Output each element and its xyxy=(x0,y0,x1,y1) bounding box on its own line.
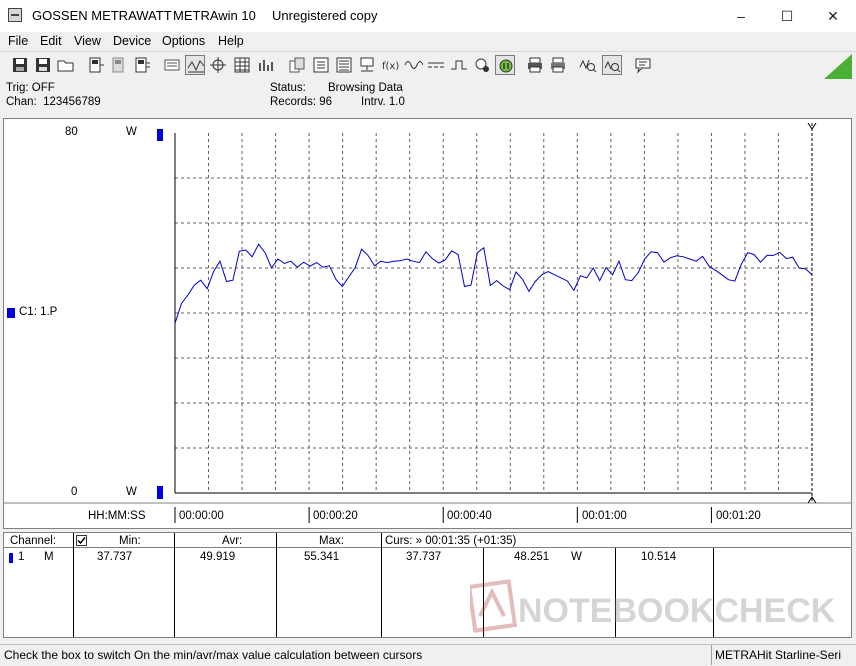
stats-icon[interactable] xyxy=(334,55,354,75)
watermark-text: NOTEBOOKCHECK xyxy=(518,592,836,630)
svg-text:f(x): f(x) xyxy=(382,61,399,72)
toolbar: f(x) xyxy=(0,51,856,81)
time-tick-label: 00:01:00 xyxy=(582,510,627,522)
license-text: Unregistered copy xyxy=(272,8,378,23)
row-max-value: 55.341 xyxy=(304,551,340,563)
menu-device[interactable]: Device xyxy=(113,34,151,48)
row-cursor1-value: 37.737 xyxy=(406,551,442,563)
crosshair-icon[interactable] xyxy=(208,55,228,75)
menu-bar: File Edit View Device Options Help xyxy=(0,32,856,50)
row-channel-number: 1 xyxy=(18,551,25,563)
time-tick-label: 00:00:00 xyxy=(179,510,224,522)
status-device: METRAHit Starline-Seri xyxy=(715,648,842,662)
device-read-icon[interactable] xyxy=(86,55,106,75)
column-divider xyxy=(381,533,382,637)
column-divider xyxy=(276,533,277,637)
header-min: Min: xyxy=(119,535,141,547)
status-panel: Trig: OFF Chan: 123456789 Status: Browsi… xyxy=(0,80,856,116)
waveform-icon[interactable] xyxy=(403,55,423,75)
status-label: Status: xyxy=(270,82,306,94)
save-icon[interactable] xyxy=(10,55,30,75)
maximize-button[interactable]: ☐ xyxy=(764,0,810,32)
series-line-c1 xyxy=(174,243,813,324)
print-preview-icon[interactable] xyxy=(548,55,568,75)
comment-icon[interactable] xyxy=(633,55,653,75)
time-tick-label: 00:00:40 xyxy=(447,510,492,522)
settings-icon[interactable] xyxy=(472,55,492,75)
time-axis-label: HH:MM:SS xyxy=(88,510,146,522)
interval-value: Intrv. 1.0 xyxy=(361,96,405,108)
connection-status-icon xyxy=(824,54,852,79)
column-divider xyxy=(174,533,175,637)
open-folder-icon[interactable] xyxy=(56,55,76,75)
header-max: Max: xyxy=(319,535,344,547)
trigger-icon[interactable] xyxy=(449,55,469,75)
row-channel-color xyxy=(9,553,13,563)
app-name: GOSSEN METRAWATT xyxy=(32,8,172,23)
header-channel: Channel: xyxy=(10,535,57,547)
line-chart xyxy=(4,122,851,523)
export-icon[interactable] xyxy=(311,55,331,75)
device-send-icon[interactable] xyxy=(109,55,129,75)
minmax-checkbox[interactable] xyxy=(76,535,87,546)
header-avr: Avr: xyxy=(222,535,243,547)
formula-icon[interactable]: f(x) xyxy=(380,55,400,75)
row-cursor-diff-value: 10.514 xyxy=(641,551,677,563)
save-as-icon[interactable] xyxy=(33,55,53,75)
checkmark-icon xyxy=(77,537,86,545)
menu-file[interactable]: File xyxy=(8,34,28,48)
list-view-icon[interactable] xyxy=(162,55,182,75)
row-cursor-unit: W xyxy=(571,551,582,563)
time-tick-label: 00:01:20 xyxy=(716,510,761,522)
time-tick-label: 00:00:20 xyxy=(313,510,358,522)
copy-icon[interactable] xyxy=(287,55,307,75)
notebookcheck-watermark: NOTEBOOKCHECK xyxy=(470,579,836,633)
column-divider xyxy=(73,533,74,637)
row-mode: M xyxy=(44,551,54,563)
menu-options[interactable]: Options xyxy=(162,34,205,48)
oscillograph-view-icon[interactable] xyxy=(185,55,205,75)
print-icon[interactable] xyxy=(525,55,545,75)
bar-view-icon[interactable] xyxy=(256,55,276,75)
app-icon[interactable] xyxy=(8,8,22,22)
minimize-button[interactable]: – xyxy=(718,0,764,32)
program-name: METRAwin 10 xyxy=(173,8,256,23)
channel-status: Chan: 123456789 xyxy=(6,96,101,108)
row-avr-value: 49.919 xyxy=(200,551,236,563)
table-view-icon[interactable] xyxy=(232,55,252,75)
plot-area[interactable]: 80 W C1: 1.P 0 W HH:MM:SS 00:00:00 00:00… xyxy=(3,118,852,529)
header-cursor: Curs: » 00:01:35 (+01:35) xyxy=(385,535,517,547)
trigger-status: Trig: OFF xyxy=(6,82,55,94)
zoom-fit-icon[interactable] xyxy=(602,55,622,75)
title-bar: GOSSEN METRAWATT METRAwin 10 Unregistere… xyxy=(0,0,856,32)
device-connect-icon[interactable] xyxy=(132,55,152,75)
status-hint: Check the box to switch On the min/avr/m… xyxy=(4,648,423,662)
dc-icon[interactable] xyxy=(426,55,446,75)
records-count: Records: 96 xyxy=(270,96,333,108)
network-icon[interactable] xyxy=(357,55,377,75)
close-button[interactable]: ✕ xyxy=(810,0,856,32)
table-header-divider xyxy=(4,547,851,548)
menu-help[interactable]: Help xyxy=(218,34,244,48)
status-value: Browsing Data xyxy=(328,82,403,94)
pause-icon[interactable] xyxy=(495,55,515,75)
menu-view[interactable]: View xyxy=(74,34,101,48)
row-cursor2-value: 48.251 xyxy=(514,551,550,563)
menu-edit[interactable]: Edit xyxy=(40,34,62,48)
status-bar: Check the box to switch On the min/avr/m… xyxy=(0,644,856,666)
zoom-cursor-icon[interactable] xyxy=(578,55,598,75)
statusbar-divider xyxy=(711,645,712,665)
row-min-value: 37.737 xyxy=(97,551,133,563)
